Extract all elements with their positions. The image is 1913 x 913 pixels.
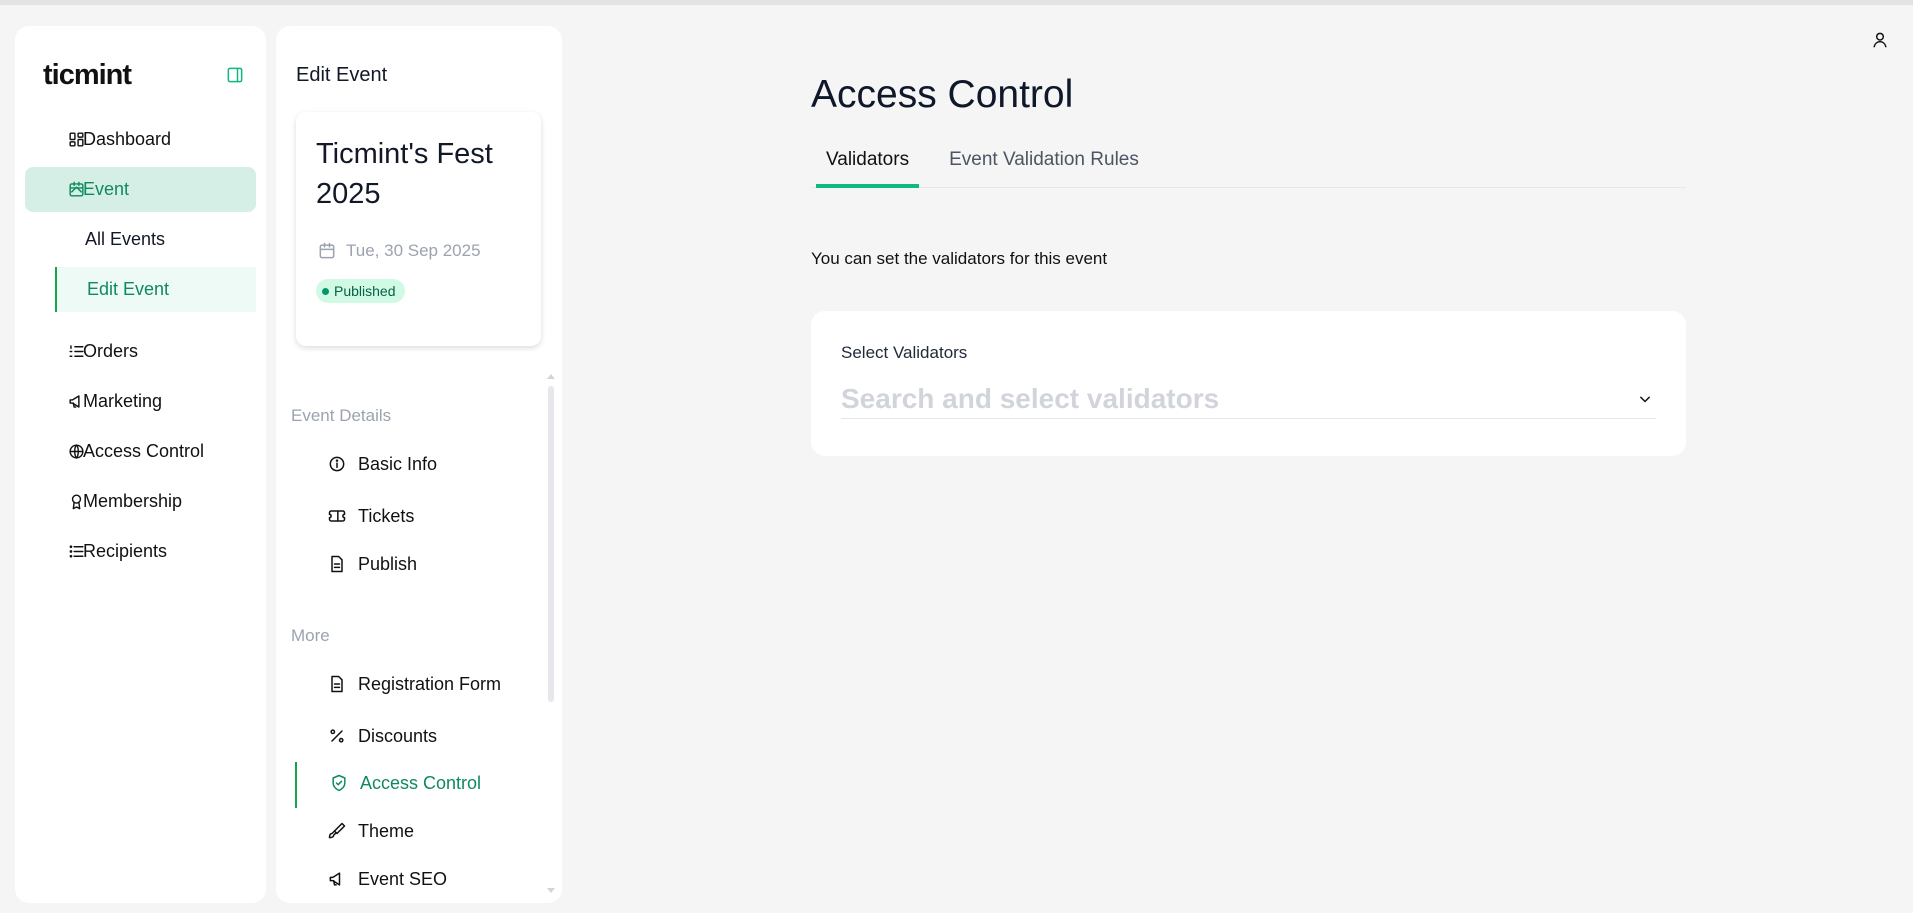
edit-event-panel: Edit Event Ticmint's Fest 2025 Tue, 30 S… [276, 26, 562, 903]
section-label-more: More [291, 626, 330, 645]
sidebar-item-label: Event [83, 179, 130, 199]
sidebar-subitem-all-events[interactable]: All Events [55, 217, 256, 262]
globe-lock-icon [65, 441, 87, 463]
panel-item-label: Theme [358, 820, 415, 841]
sidebar-item-label: Orders [83, 341, 139, 361]
sidebar-item-recipients[interactable]: Recipients [25, 529, 256, 574]
panel-item-label: Publish [358, 553, 418, 574]
sidebar-item-orders[interactable]: Orders [25, 329, 256, 374]
panel-item-discounts[interactable]: Discounts [326, 725, 437, 747]
tab-event-validation-rules[interactable]: Event Validation Rules [933, 145, 1155, 188]
sidebar-subitem-edit-event[interactable]: Edit Event [55, 267, 256, 312]
award-icon [65, 491, 87, 513]
panel-title: Edit Event [296, 64, 388, 86]
panel-item-label: Event SEO [358, 868, 448, 889]
megaphone-icon [65, 391, 87, 413]
info-icon [326, 453, 348, 475]
megaphone-icon [326, 868, 348, 890]
select-validators-label: Select Validators [841, 343, 968, 362]
dashboard-icon [65, 129, 87, 151]
page-title: Access Control [811, 73, 1074, 116]
sidebar-item-label: Marketing [83, 391, 163, 411]
ticket-icon [326, 505, 348, 527]
scroll-up-arrow[interactable] [547, 374, 555, 379]
list-icon [65, 541, 87, 563]
panel-item-label: Discounts [358, 725, 438, 746]
panel-item-registration-form[interactable]: Registration Form [326, 673, 501, 695]
percent-icon [326, 725, 348, 747]
shield-check-icon [328, 772, 350, 794]
panel-item-basic-info[interactable]: Basic Info [326, 453, 437, 475]
panel-item-event-seo[interactable]: Event SEO [326, 868, 447, 890]
panel-item-label: Access Control [360, 772, 482, 793]
sidebar: ticmint Dashboard Event All Events Edit … [15, 26, 266, 903]
sidebar-item-label: Dashboard [83, 129, 172, 149]
panel-item-label: Basic Info [358, 453, 438, 474]
app-logo[interactable]: ticmint [43, 59, 132, 92]
panel-item-tickets[interactable]: Tickets [326, 505, 414, 527]
panel-item-theme[interactable]: Theme [326, 820, 414, 842]
event-date-text: Tue, 30 Sep 2025 [346, 241, 481, 260]
paintbrush-icon [326, 820, 348, 842]
chevron-up-icon[interactable] [65, 179, 87, 201]
user-icon[interactable] [1869, 29, 1891, 51]
logo-row: ticmint [15, 26, 266, 96]
sidebar-item-label: Access Control [83, 441, 205, 461]
sidebar-toggle-icon[interactable] [224, 64, 246, 86]
section-label-event-details: Event Details [291, 406, 392, 425]
sidebar-item-label: Membership [83, 491, 183, 511]
sidebar-item-label: Recipients [83, 541, 168, 561]
validators-select[interactable]: Search and select validators [841, 379, 1656, 419]
panel-scrollbar[interactable] [548, 386, 554, 702]
validators-placeholder: Search and select validators [841, 382, 1220, 414]
file-icon [326, 553, 348, 575]
event-date: Tue, 30 Sep 2025 [316, 240, 521, 262]
status-dot [322, 287, 329, 295]
tab-bar: Validators Event Validation Rules [811, 145, 1686, 188]
page-description: You can set the validators for this even… [811, 249, 1108, 268]
sidebar-item-access-control[interactable]: Access Control [25, 429, 256, 474]
sidebar-item-event[interactable]: Event [25, 167, 256, 212]
sidebar-item-marketing[interactable]: Marketing [25, 379, 256, 424]
event-name: Ticmint's Fest 2025 [316, 138, 493, 210]
list-ordered-icon [65, 341, 87, 363]
validators-card: Select Validators Search and select vali… [811, 311, 1686, 456]
panel-item-label: Registration Form [358, 673, 502, 694]
active-indicator [295, 762, 297, 808]
status-badge: Published [316, 279, 405, 303]
sidebar-nav: Dashboard Event All Events Edit Event Or… [15, 117, 266, 574]
tab-validators[interactable]: Validators [816, 145, 920, 188]
panel-item-access-control[interactable]: Access Control [328, 772, 481, 794]
sidebar-item-membership[interactable]: Membership [25, 479, 256, 524]
chevron-down-icon[interactable] [1634, 388, 1656, 410]
file-text-icon [326, 673, 348, 695]
panel-item-publish[interactable]: Publish [326, 553, 417, 575]
calendar-icon [316, 240, 338, 262]
scroll-down-arrow[interactable] [547, 888, 555, 893]
event-card: Ticmint's Fest 2025 Tue, 30 Sep 2025 Pub… [296, 112, 541, 346]
sidebar-item-dashboard[interactable]: Dashboard [25, 117, 256, 162]
panel-item-label: Tickets [358, 505, 415, 526]
status-badge-text: Published [334, 283, 396, 299]
